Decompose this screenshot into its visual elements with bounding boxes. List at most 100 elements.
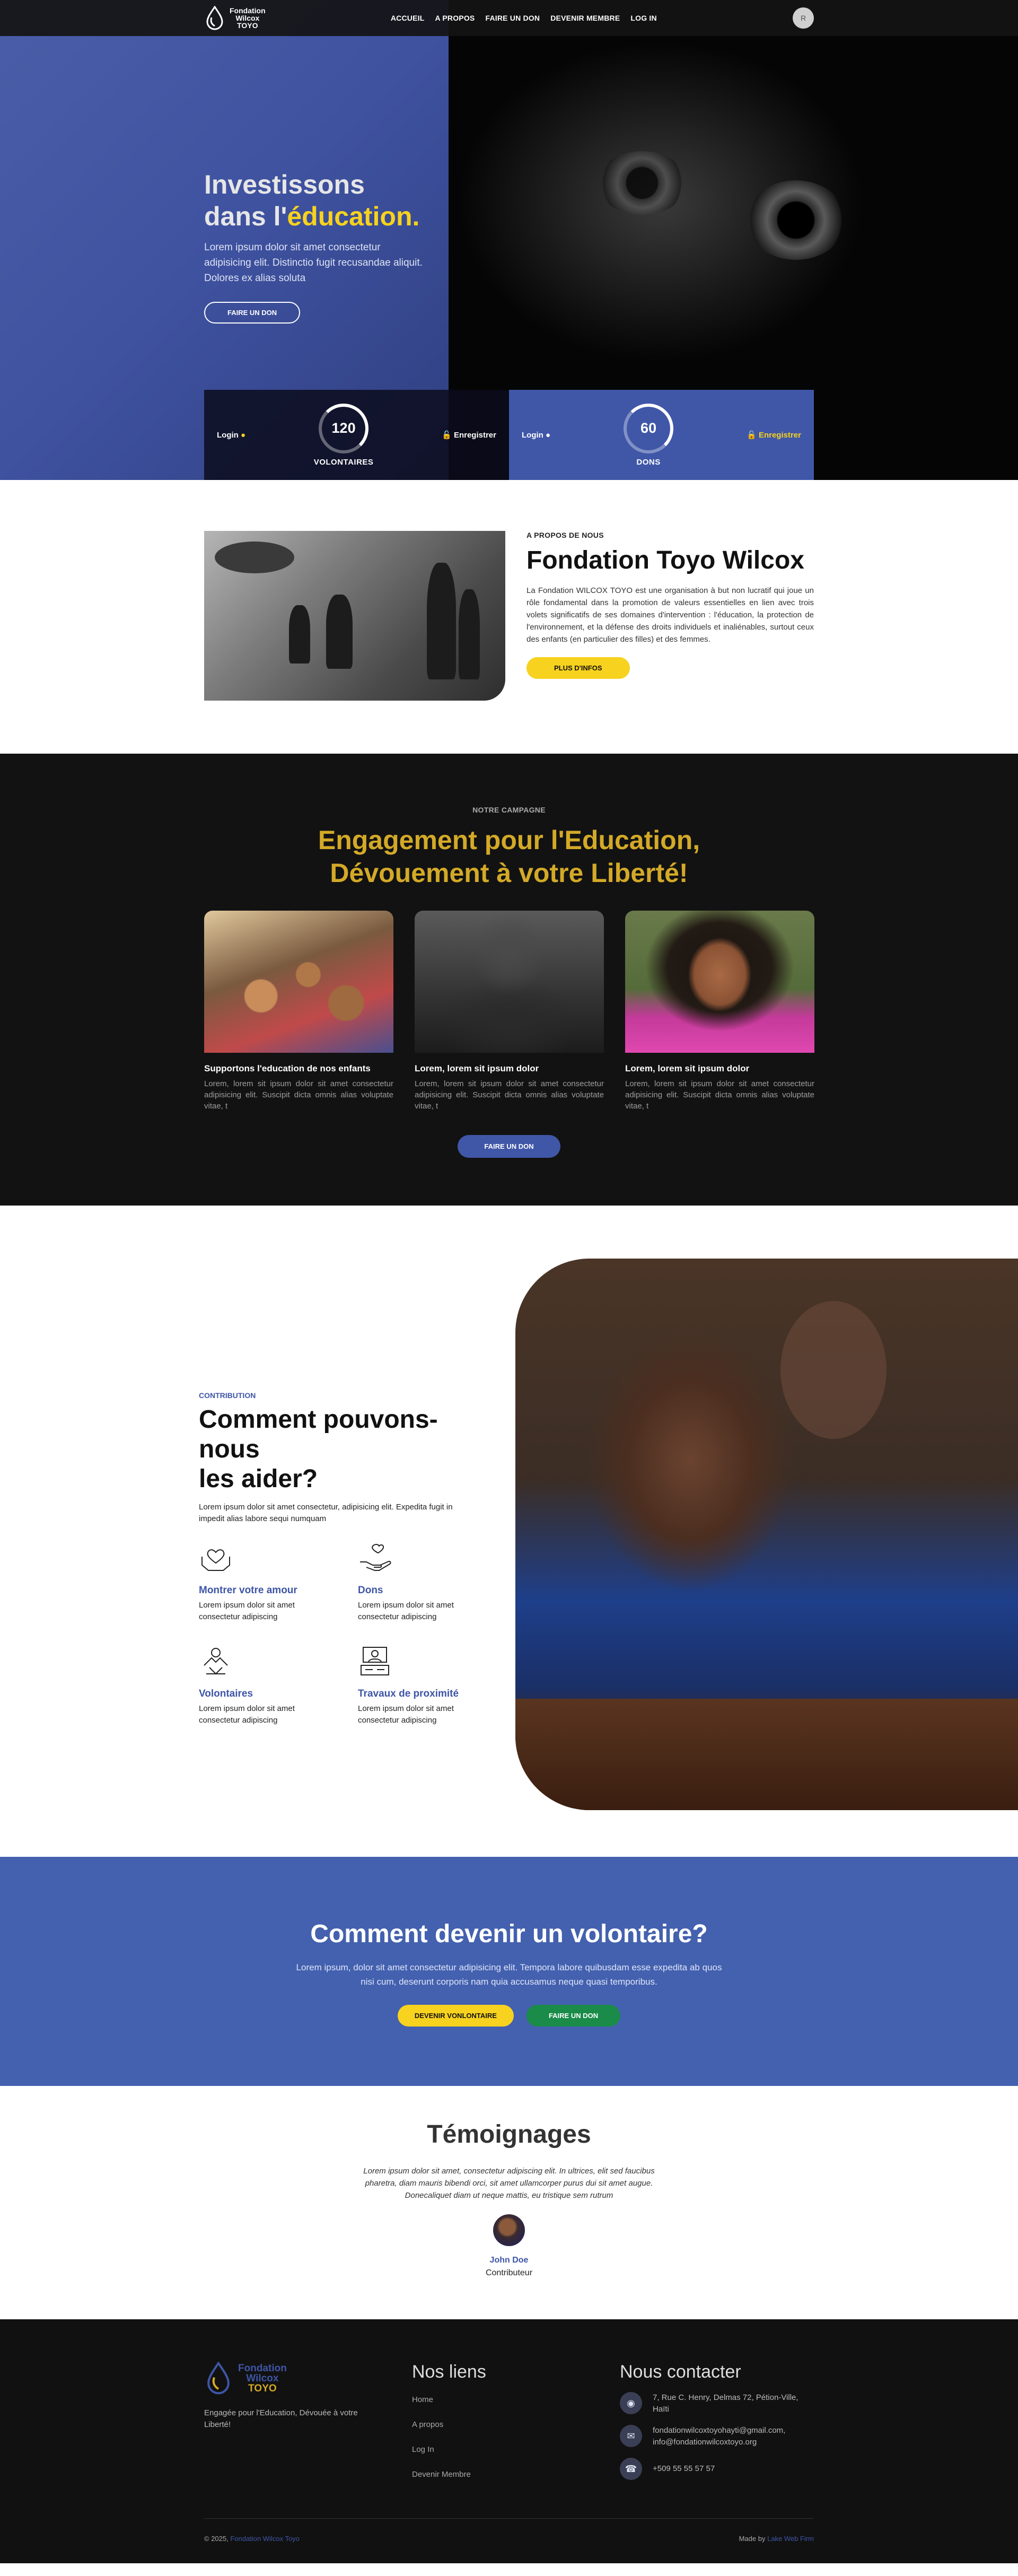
help-child-photo [515, 1259, 1018, 1810]
footer-bottom-bar: © 2025, Fondation Wilcox Toyo Made by La… [204, 2518, 814, 2543]
volunteer-hands-icon [204, 1648, 228, 1675]
feature-title: Travaux de proximité [358, 1688, 459, 1699]
stat-volunteers-register-link[interactable]: Enregistrer [454, 431, 496, 440]
hero-title: Investissons dans l'éducation. [204, 170, 420, 231]
footer-logo[interactable]: Fondation Wilcox TOYO [204, 2362, 412, 2395]
campaign-title: Engagement pour l'Education, Dévouement … [318, 825, 700, 888]
feature-text: Lorem ipsum dolor sit amet consectetur a… [199, 1704, 295, 1725]
nav-devenir-membre[interactable]: DEVENIR MEMBRE [550, 14, 620, 22]
site-logo[interactable]: Fondation Wilcox TOYO [204, 6, 266, 30]
phone-icon: ☎ [620, 2458, 642, 2480]
hero-title-highlight: éducation. [287, 202, 420, 231]
feature-text: Lorem ipsum dolor sit amet consectetur a… [358, 1601, 454, 1621]
footer-links: Home A propos Log In Devenir Membre [412, 2395, 620, 2479]
campaign-section: NOTRE CAMPAGNE Engagement pour l'Educati… [0, 754, 1018, 1206]
footer-logo-line-2: Wilcox [246, 2372, 279, 2384]
volunteer-text: Lorem ipsum, dolor sit amet consectetur … [296, 1962, 722, 1987]
footer-link-home[interactable]: Home [412, 2395, 620, 2404]
feature-text: Lorem ipsum dolor sit amet consectetur a… [358, 1704, 454, 1725]
logo-drop-icon [206, 6, 223, 30]
testimonial-quote: Lorem ipsum dolor sit amet, consectetur … [363, 2167, 655, 2200]
top-navbar: Fondation Wilcox TOYO ACCUEIL A PROPOS F… [0, 0, 1018, 36]
logo-line-1: Fondation [230, 6, 266, 15]
campaign-cards: Supportons l'education de nos enfants Lo… [204, 911, 814, 1112]
footer-tagline: Engagée pour l'Education, Dévouée à votr… [204, 2408, 358, 2429]
testimonial-name: John Doe [489, 2256, 529, 2265]
made-by-link[interactable]: Lake Web Firm [767, 2535, 814, 2543]
footer-link-log-in[interactable]: Log In [412, 2445, 620, 2454]
hero-donate-button[interactable]: FAIRE UN DON [204, 302, 301, 324]
stat-donations-login-link[interactable]: Login [522, 431, 543, 440]
footer-email-2[interactable]: info@fondationwilcoxtoyo.org [653, 2437, 785, 2448]
help-eyebrow: CONTRIBUTION [199, 1391, 256, 1400]
footer-logo-line-1: Fondation [238, 2362, 287, 2374]
campaign-donate-button[interactable]: FAIRE UN DON [458, 1135, 560, 1158]
help-features: Montrer votre amour Lorem ipsum dolor si… [199, 1541, 488, 1726]
footer-address: 7, Rue C. Henry, Delmas 72, Pétion-Ville… [653, 2393, 798, 2414]
volunteers-counter-label: VOLONTAIRES [313, 457, 374, 467]
volunteers-counter-ring: 120 [319, 403, 369, 453]
donations-counter-label: DONS [636, 457, 661, 467]
footer-email-1[interactable]: fondationwilcoxtoyohayti@gmail.com, [653, 2425, 785, 2437]
logo-line-3: TOYO [237, 21, 258, 30]
become-volunteer-button[interactable]: DEVENIR VONLONTAIRE [397, 2005, 514, 2027]
lock-icon: 🔓 [442, 431, 452, 440]
about-photo [204, 531, 505, 701]
stat-volunteers-login-link[interactable]: Login [217, 431, 239, 440]
campaign-card[interactable]: Lorem, lorem sit ipsum dolor Lorem, lore… [625, 911, 814, 1112]
nav-a-propos[interactable]: A PROPOS [435, 14, 475, 22]
heart-hands-icon [201, 1549, 230, 1571]
feature-title: Volontaires [199, 1688, 253, 1699]
footer-contact-title: Nous contacter [620, 2362, 741, 2382]
about-eyebrow: A PROPOS DE NOUS [526, 531, 604, 539]
stat-volunteers: Login ● 120 VOLONTAIRES 🔓 Enregistrer [204, 390, 509, 480]
feature-text: Lorem ipsum dolor sit amet consectetur a… [199, 1601, 295, 1621]
community-work-icon [361, 1647, 389, 1675]
campaign-card-title: Lorem, lorem sit ipsum dolor [415, 1063, 539, 1073]
logo-line-2: Wilcox [235, 14, 260, 22]
help-lead: Lorem ipsum dolor sit amet consectetur, … [199, 1503, 453, 1523]
about-title: Fondation Toyo Wilcox [526, 546, 804, 574]
about-more-info-button[interactable]: PLUS D'INFOS [526, 657, 630, 679]
donations-counter-ring: 60 [624, 403, 674, 453]
stat-donations-register-link[interactable]: Enregistrer [759, 431, 801, 440]
hero-section: Investissons dans l'éducation. Lorem ips… [0, 0, 1018, 480]
footer-link-devenir-membre[interactable]: Devenir Membre [412, 2470, 620, 2479]
lock-icon: 🔓 [747, 431, 757, 440]
about-section: A PROPOS DE NOUS Fondation Toyo Wilcox L… [0, 480, 1018, 754]
campaign-card-photo [204, 911, 393, 1053]
campaign-card-text: Lorem, lorem sit ipsum dolor sit amet co… [415, 1079, 604, 1111]
campaign-card[interactable]: Lorem, lorem sit ipsum dolor Lorem, lore… [415, 911, 604, 1112]
testimonials-title: Témoignages [427, 2120, 591, 2149]
testimonial-avatar [493, 2214, 525, 2246]
campaign-eyebrow: NOTRE CAMPAGNE [472, 806, 546, 814]
footer-phone[interactable]: +509 55 55 57 57 [653, 2463, 715, 2475]
donation-hand-icon [360, 1544, 391, 1571]
nav-accueil[interactable]: ACCUEIL [391, 14, 425, 22]
campaign-card-photo [415, 911, 604, 1053]
site-footer: Fondation Wilcox TOYO Engagée pour l'Edu… [0, 2319, 1018, 2563]
footer-logo-line-3: TOYO [248, 2382, 277, 2394]
stat-donations: Login ● 60 DONS 🔓 Enregistrer [509, 390, 814, 480]
copyright-link[interactable]: Fondation Wilcox Toyo [230, 2535, 300, 2543]
help-section: CONTRIBUTION Comment pouvons-nous les ai… [0, 1206, 1018, 1857]
footer-links-title: Nos liens [412, 2362, 486, 2382]
stats-bar: Login ● 120 VOLONTAIRES 🔓 Enregistrer Lo… [204, 390, 814, 480]
campaign-card-title: Lorem, lorem sit ipsum dolor [625, 1063, 750, 1073]
feature-item: Dons Lorem ipsum dolor sit amet consecte… [358, 1541, 488, 1623]
user-avatar[interactable]: R [793, 7, 814, 29]
feature-item: Travaux de proximité Lorem ipsum dolor s… [358, 1644, 488, 1726]
feature-title: Montrer votre amour [199, 1585, 297, 1596]
feature-item: Volontaires Lorem ipsum dolor sit amet c… [199, 1644, 358, 1726]
location-pin-icon: ◉ [620, 2392, 642, 2414]
nav-faire-un-don[interactable]: FAIRE UN DON [485, 14, 540, 22]
feature-item: Montrer votre amour Lorem ipsum dolor si… [199, 1541, 358, 1623]
testimonial-role: Contributeur [485, 2268, 533, 2277]
nav-log-in[interactable]: LOG IN [630, 14, 656, 22]
campaign-card-text: Lorem, lorem sit ipsum dolor sit amet co… [625, 1079, 814, 1111]
about-text: La Fondation WILCOX TOYO est une organis… [526, 586, 814, 644]
volunteer-donate-button[interactable]: FAIRE UN DON [526, 2005, 621, 2027]
campaign-card-photo [625, 911, 814, 1053]
campaign-card[interactable]: Supportons l'education de nos enfants Lo… [204, 911, 393, 1112]
footer-link-a-propos[interactable]: A propos [412, 2420, 620, 2429]
